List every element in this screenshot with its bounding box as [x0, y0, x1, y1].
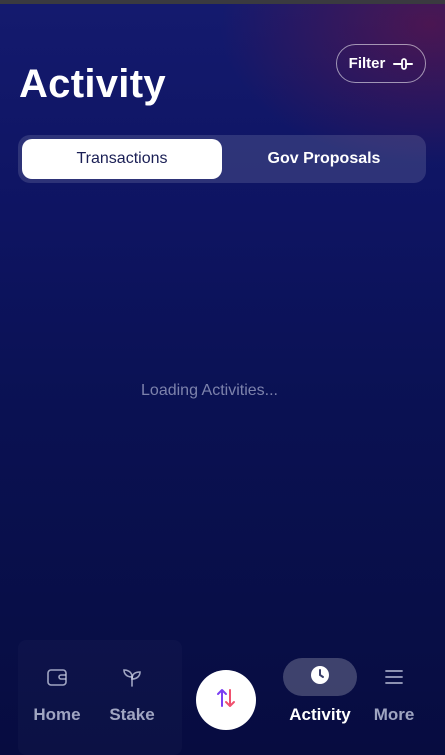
filter-button[interactable]: Filter	[336, 44, 426, 83]
wallet-icon	[44, 664, 70, 690]
nav-item-home[interactable]: Home	[27, 664, 87, 744]
page-title: Activity	[19, 62, 166, 106]
sprout-icon	[119, 664, 145, 690]
tab-gov-proposals[interactable]: Gov Proposals	[226, 139, 422, 179]
nav-label-home: Home	[33, 705, 81, 724]
nav-label-more: More	[373, 705, 415, 724]
nav-item-more[interactable]: More	[364, 664, 424, 744]
filter-label: Filter	[348, 55, 386, 72]
swap-button[interactable]	[196, 670, 256, 730]
activity-tabs: Transactions Gov Proposals	[18, 135, 426, 183]
bottom-navigation: Home Stake Activity More	[0, 640, 445, 755]
nav-label-stake: Stake	[109, 705, 155, 724]
menu-icon	[381, 664, 407, 690]
nav-item-stake[interactable]: Stake	[102, 664, 162, 744]
tab-transactions[interactable]: Transactions	[22, 139, 222, 179]
nav-label-activity: Activity	[289, 705, 351, 724]
activity-active-indicator	[283, 658, 357, 696]
swap-arrows-icon	[214, 686, 238, 715]
nav-item-activity[interactable]: Activity	[283, 658, 357, 744]
clock-icon	[309, 664, 331, 691]
loading-message: Loading Activities...	[141, 382, 278, 399]
slider-icon	[393, 57, 414, 71]
